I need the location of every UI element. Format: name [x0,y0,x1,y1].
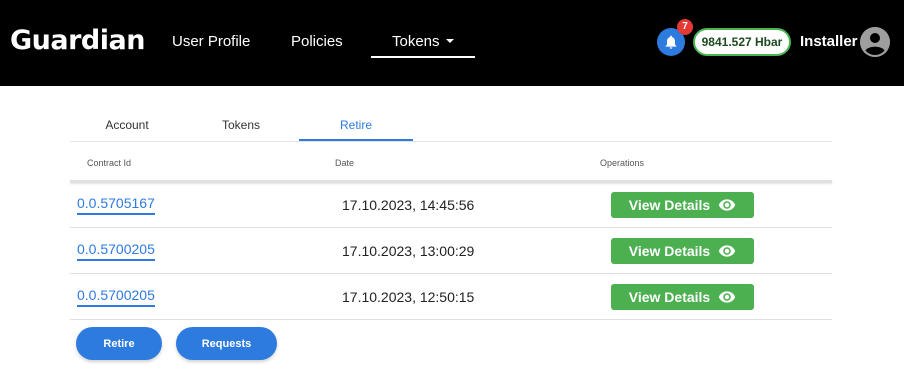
contract-id-link[interactable]: 0.0.5700205 [77,240,155,261]
top-navigation-bar: Guardian User Profile Policies Tokens 7 … [0,0,904,86]
tabs-divider [70,141,832,142]
view-details-label: View Details [628,289,711,305]
row-date: 17.10.2023, 13:00:29 [342,243,475,259]
contract-id-link[interactable]: 0.0.5700205 [77,286,155,307]
requests-button-label: Requests [201,337,252,350]
tab-retire-label: Retire [339,118,372,132]
user-avatar-button[interactable] [860,27,890,57]
eye-icon [718,199,736,211]
bell-icon [665,35,677,49]
view-details-button[interactable]: View Details [611,238,754,264]
account-circle-icon [860,27,890,57]
column-header-contract-id: Contract Id [87,158,132,168]
row-date: 17.10.2023, 14:45:56 [342,197,475,213]
row-divider [70,227,832,228]
view-details-button[interactable]: View Details [611,192,754,218]
app-logo[interactable]: Guardian [10,24,145,58]
eye-icon [718,291,736,303]
active-tab-indicator [299,139,413,141]
column-header-operations: Operations [600,158,645,168]
row-divider [70,273,832,274]
nav-tokens-label: Tokens [392,33,440,50]
hbar-balance: 9841.527 Hbar [693,28,791,56]
nav-tokens-dropdown[interactable]: Tokens [392,32,454,52]
contract-id-link[interactable]: 0.0.5705167 [77,194,155,215]
retire-button-label: Retire [103,337,135,350]
table-header-divider [70,180,832,183]
notification-count-badge: 7 [677,19,693,35]
view-details-label: View Details [628,197,711,213]
tab-account-label: Account [105,118,149,132]
row-date: 17.10.2023, 12:50:15 [342,289,475,305]
tab-account[interactable]: Account [70,117,184,133]
column-header-date: Date [335,158,355,168]
view-details-label: View Details [628,243,711,259]
retire-button[interactable]: Retire [76,327,162,360]
nav-user-profile-label: User Profile [172,33,251,50]
active-nav-indicator [371,56,475,58]
view-details-button[interactable]: View Details [611,284,754,310]
tab-tokens-label: Tokens [221,118,261,132]
user-name: Installer [800,33,858,50]
tab-retire[interactable]: Retire [299,117,413,133]
caret-down-icon [445,39,454,44]
row-divider [70,319,832,320]
eye-icon [718,245,736,257]
nav-policies-label: Policies [291,33,343,50]
nav-policies[interactable]: Policies [291,32,343,52]
requests-button[interactable]: Requests [176,327,277,360]
tab-tokens[interactable]: Tokens [184,117,298,133]
nav-user-profile[interactable]: User Profile [172,32,250,52]
